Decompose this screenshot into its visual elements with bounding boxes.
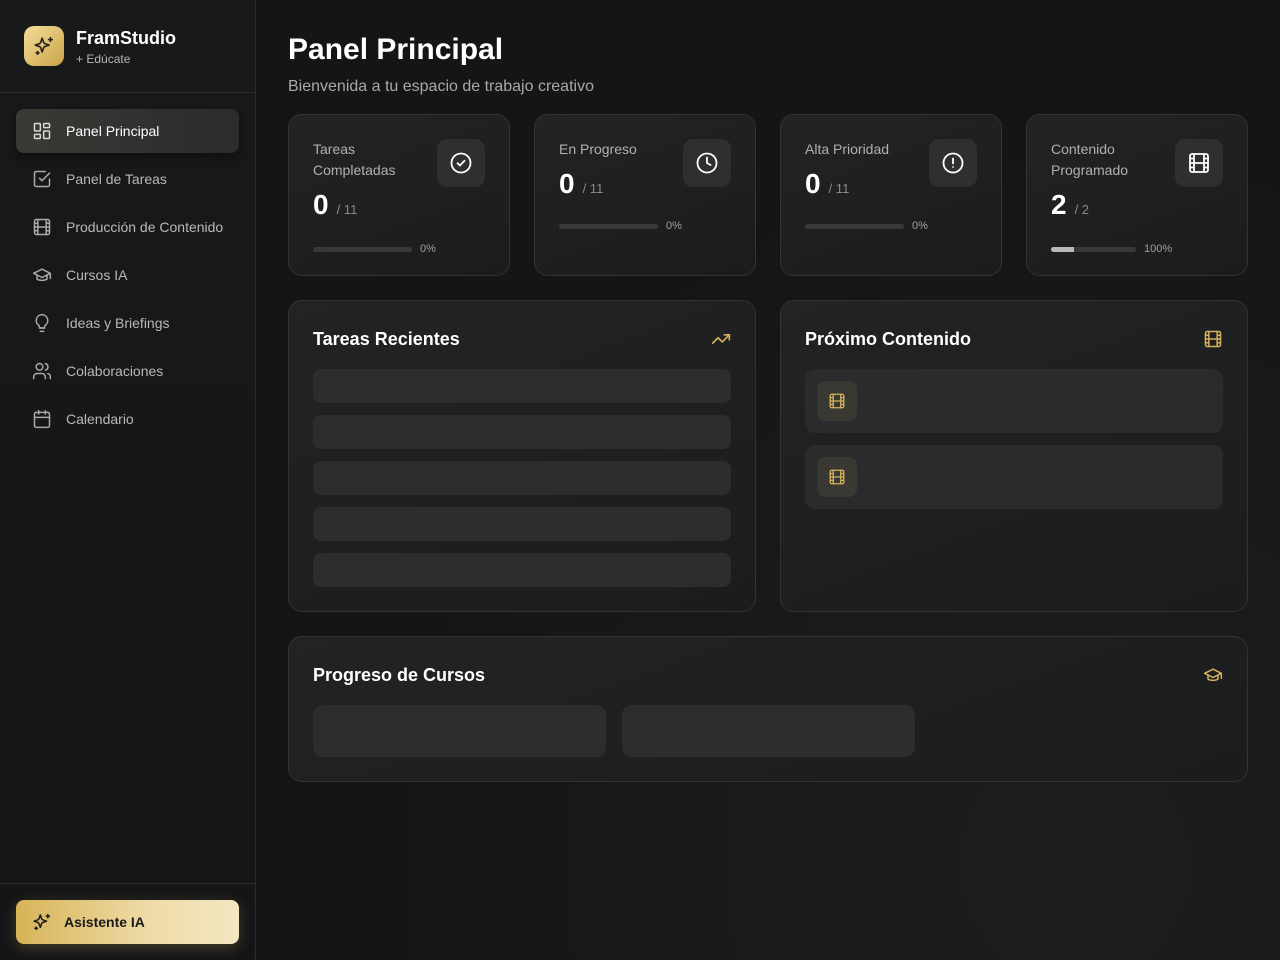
lightbulb-icon xyxy=(32,313,52,333)
app-root: FramStudio + Edúcate Panel Principal Pan… xyxy=(0,0,1280,960)
stats-row: Tareas Completadas 0 / 11 0% En Progreso xyxy=(288,114,1248,276)
panels-row: Tareas Recientes Próximo Contenido xyxy=(288,300,1248,612)
check-circle-icon xyxy=(437,139,485,187)
sidebar-item-panel-de-tareas[interactable]: Panel de Tareas xyxy=(16,157,239,201)
sidebar-item-label: Panel de Tareas xyxy=(66,171,167,187)
sidebar-item-label: Ideas y Briefings xyxy=(66,315,170,331)
sparkles-icon xyxy=(32,912,52,932)
stat-value: 0 xyxy=(559,168,575,199)
progress-bar xyxy=(1051,246,1136,252)
stat-label: Contenido Programado xyxy=(1051,141,1129,178)
page-subtitle: Bienvenida a tu espacio de trabajo creat… xyxy=(288,78,594,95)
sidebar-item-calendario[interactable]: Calendario xyxy=(16,397,239,441)
stat-percent: 0% xyxy=(912,220,928,232)
graduation-cap-icon xyxy=(32,265,52,285)
stat-card-in-progress[interactable]: En Progreso 0 / 11 0% xyxy=(534,114,756,276)
recent-tasks-panel: Tareas Recientes xyxy=(288,300,756,612)
ai-assistant-label: Asistente IA xyxy=(64,914,145,930)
sparkles-icon xyxy=(24,26,64,66)
stat-total: / 11 xyxy=(582,181,604,196)
loading-placeholder xyxy=(313,553,731,587)
content-item[interactable] xyxy=(805,445,1223,509)
upcoming-content-panel: Próximo Contenido xyxy=(780,300,1248,612)
loading-placeholder xyxy=(622,705,915,757)
stat-value: 2 xyxy=(1051,189,1067,220)
stat-value: 0 xyxy=(805,168,821,199)
loading-placeholder xyxy=(313,415,731,449)
sidebar-item-label: Producción de Contenido xyxy=(66,219,224,235)
stat-total: / 11 xyxy=(828,181,850,196)
sidebar-item-produccion-de-contenido[interactable]: Producción de Contenido xyxy=(16,205,239,249)
sidebar-item-label: Colaboraciones xyxy=(66,363,164,379)
stat-card-high-priority[interactable]: Alta Prioridad 0 / 11 0% xyxy=(780,114,1002,276)
sidebar: FramStudio + Edúcate Panel Principal Pan… xyxy=(0,0,256,960)
course-progress-panel: Progreso de Cursos xyxy=(288,636,1248,782)
progress-bar xyxy=(805,223,904,229)
alert-circle-icon xyxy=(929,139,977,187)
stat-total: / 2 xyxy=(1074,202,1090,217)
loading-placeholder xyxy=(313,705,606,757)
brand-name: FramStudio xyxy=(76,27,177,48)
film-icon xyxy=(32,217,52,237)
stat-label: En Progreso xyxy=(559,141,637,157)
sidebar-item-label: Cursos IA xyxy=(66,267,128,283)
sidebar-item-label: Calendario xyxy=(66,411,134,427)
main-content: Panel Principal Bienvenida a tu espacio … xyxy=(256,0,1280,960)
progress-fill xyxy=(1051,246,1074,252)
dashboard-icon xyxy=(32,121,52,141)
ai-assistant-button[interactable]: Asistente IA xyxy=(16,900,239,944)
loading-placeholder xyxy=(313,369,731,403)
brand-subtitle: + Edúcate xyxy=(76,51,131,66)
sidebar-item-colaboraciones[interactable]: Colaboraciones xyxy=(16,349,239,393)
clock-icon xyxy=(683,139,731,187)
calendar-icon xyxy=(32,409,52,429)
stat-card-completed[interactable]: Tareas Completadas 0 / 11 0% xyxy=(288,114,510,276)
loading-placeholder xyxy=(313,507,731,541)
recent-tasks-list xyxy=(313,369,731,587)
progress-bar xyxy=(313,246,412,252)
panel-title: Progreso de Cursos xyxy=(313,664,486,685)
sidebar-footer: Asistente IA xyxy=(0,883,255,960)
loading-placeholder xyxy=(313,461,731,495)
panel-title: Tareas Recientes xyxy=(313,328,460,349)
sidebar-item-ideas-y-briefings[interactable]: Ideas y Briefings xyxy=(16,301,239,345)
stat-percent: 100% xyxy=(1144,243,1173,255)
upcoming-content-list xyxy=(805,369,1223,509)
content-item[interactable] xyxy=(805,369,1223,433)
page-title: Panel Principal xyxy=(288,33,504,66)
stat-total: / 11 xyxy=(336,202,358,217)
film-icon xyxy=(1175,139,1223,187)
stat-label: Alta Prioridad xyxy=(805,141,890,157)
sidebar-item-label: Panel Principal xyxy=(66,123,160,139)
sidebar-item-panel-principal[interactable]: Panel Principal xyxy=(16,109,239,153)
panel-title: Próximo Contenido xyxy=(805,328,971,349)
course-list xyxy=(313,705,1223,757)
film-icon xyxy=(817,457,857,497)
film-icon[interactable] xyxy=(1203,329,1223,349)
brand: FramStudio + Edúcate xyxy=(0,0,255,93)
sidebar-nav: Panel Principal Panel de Tareas Producci… xyxy=(0,93,255,441)
stat-card-scheduled-content[interactable]: Contenido Programado 2 / 2 100% xyxy=(1026,114,1248,276)
graduation-cap-icon[interactable] xyxy=(1203,665,1223,685)
stat-percent: 0% xyxy=(420,243,436,255)
film-icon xyxy=(817,381,857,421)
trending-up-icon[interactable] xyxy=(711,329,731,349)
checkbox-icon xyxy=(32,169,52,189)
users-icon xyxy=(32,361,52,381)
stat-value: 0 xyxy=(313,189,329,220)
stat-label: Tareas Completadas xyxy=(313,141,396,178)
sidebar-item-cursos-ia[interactable]: Cursos IA xyxy=(16,253,239,297)
progress-bar xyxy=(559,223,658,229)
stat-percent: 0% xyxy=(666,220,682,232)
